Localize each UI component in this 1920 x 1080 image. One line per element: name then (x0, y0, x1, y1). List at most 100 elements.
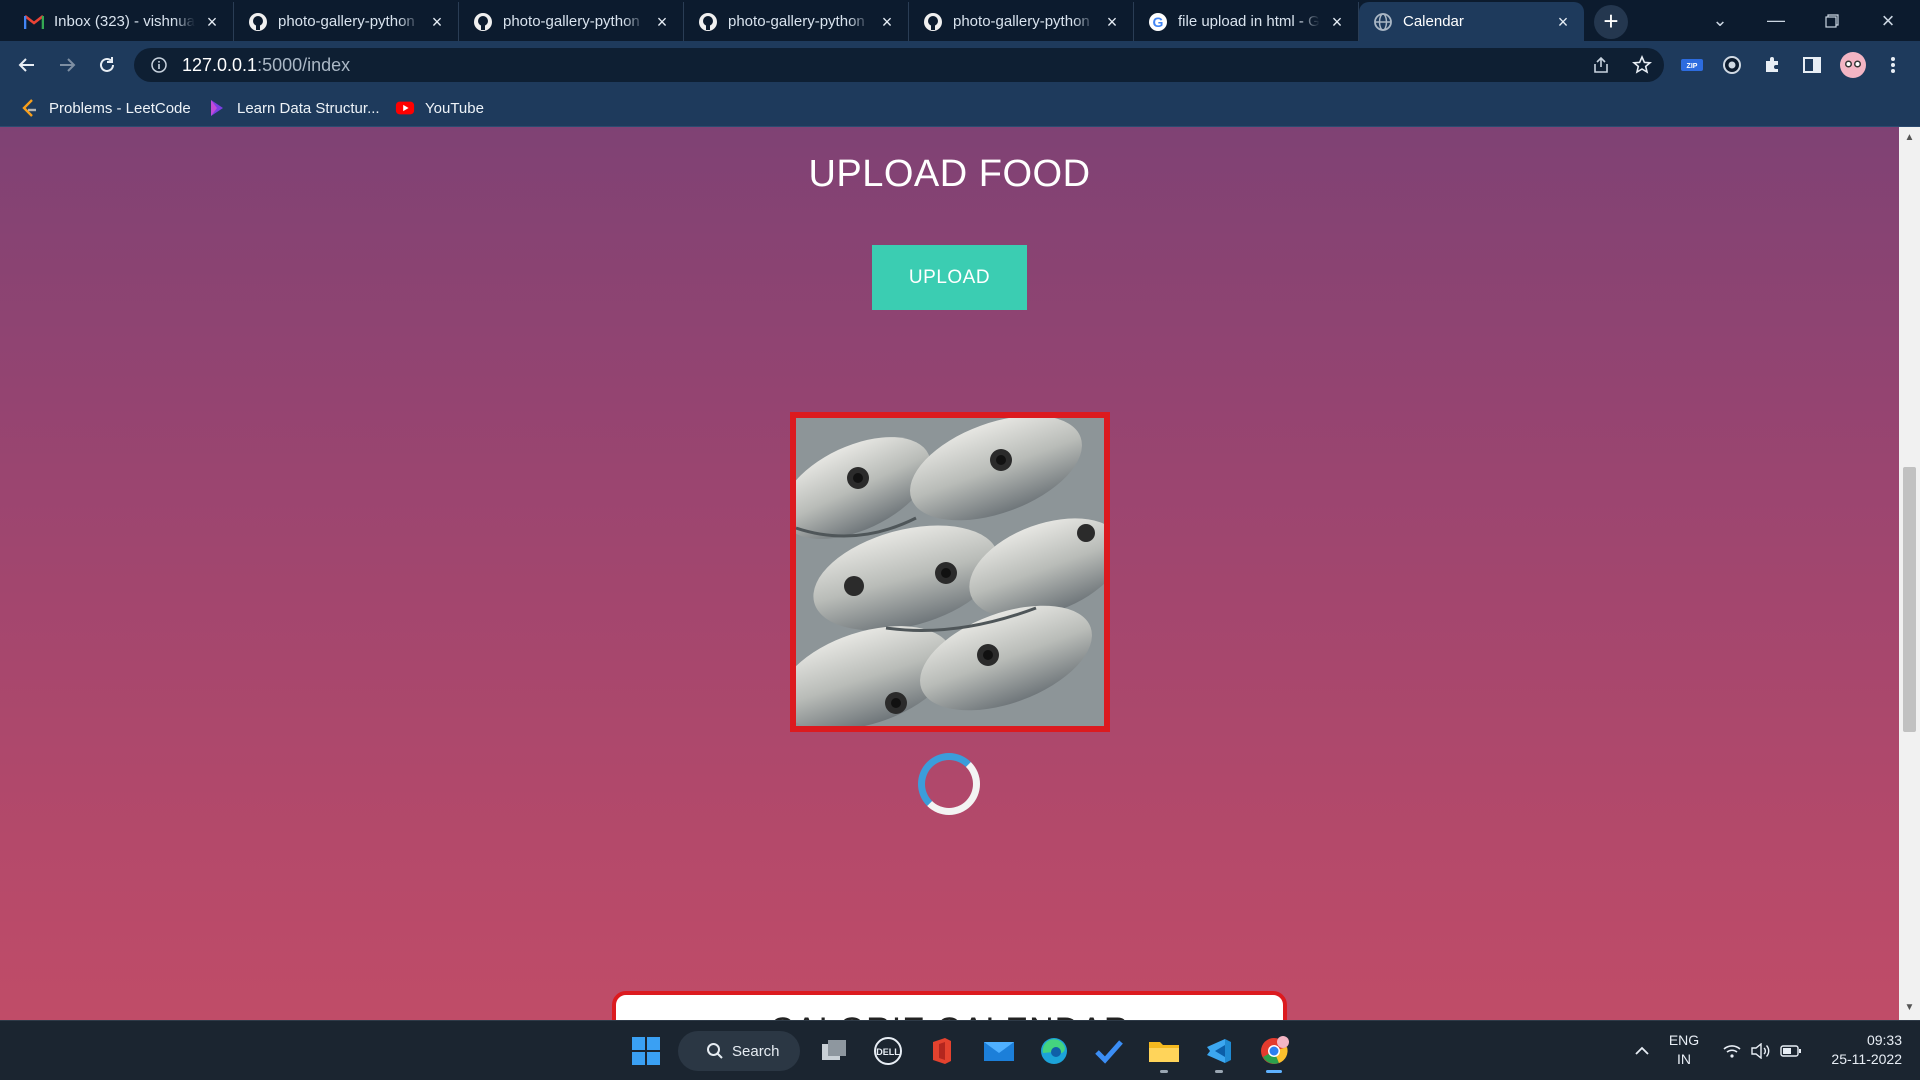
dell-icon[interactable]: DELL (868, 1031, 908, 1071)
site-info-icon[interactable] (150, 56, 168, 74)
scroll-up-icon[interactable]: ▲ (1903, 131, 1916, 144)
forward-arrow-icon[interactable] (52, 50, 82, 80)
tab-calendar[interactable]: Calendar × (1359, 2, 1584, 41)
tab-strip: Inbox (323) - vishnua × photo-gallery-py… (0, 0, 1920, 41)
url-host: 127.0.0.1 (182, 54, 258, 75)
scroll-thumb[interactable] (1903, 467, 1916, 732)
url-path: :5000/index (257, 54, 351, 75)
globe-icon (1373, 12, 1393, 32)
tab-title: photo-gallery-python (503, 13, 640, 30)
bookmark-youtube[interactable]: YouTube (395, 97, 484, 119)
profile-avatar-icon[interactable] (1838, 50, 1868, 80)
svg-text:DELL: DELL (876, 1047, 900, 1057)
tab-github-1[interactable]: photo-gallery-python × (234, 2, 459, 41)
minimize-icon[interactable]: — (1748, 0, 1804, 41)
address-bar[interactable]: 127.0.0.1:5000/index (134, 48, 1664, 82)
volume-icon[interactable] (1749, 1021, 1773, 1080)
calorie-calendar-title: CALORIE CALENDAR (616, 1011, 1283, 1020)
new-tab-button[interactable]: + (1594, 5, 1628, 39)
bookmark-learn-data-structures[interactable]: Learn Data Structur... (207, 97, 380, 119)
tab-search-chevron-icon[interactable]: ⌄ (1692, 0, 1748, 41)
close-icon[interactable]: × (878, 13, 896, 31)
youtube-icon (395, 98, 415, 118)
back-arrow-icon[interactable] (12, 50, 42, 80)
bookmark-label: YouTube (425, 99, 484, 117)
learn-icon (207, 98, 227, 118)
mail-icon[interactable] (979, 1031, 1019, 1071)
lang-region: IN (1677, 1051, 1691, 1067)
tab-title: photo-gallery-python (953, 13, 1090, 30)
clock-time: 09:33 (1866, 1032, 1902, 1048)
close-icon[interactable]: × (428, 13, 446, 31)
taskbar-search[interactable]: Search (678, 1031, 800, 1071)
google-icon: G (1148, 12, 1168, 32)
input-language[interactable]: ENG IN (1664, 1031, 1704, 1069)
tab-title: file upload in html - G (1178, 13, 1320, 30)
todo-icon[interactable] (1089, 1031, 1129, 1071)
windows-start-icon[interactable] (626, 1031, 666, 1071)
tab-github-3[interactable]: photo-gallery-python × (684, 2, 909, 41)
share-icon[interactable] (1586, 50, 1616, 80)
github-icon (923, 12, 943, 32)
clock-date: 25-11-2022 (1831, 1051, 1902, 1067)
browser-toolbar: 127.0.0.1:5000/index ZIP (0, 41, 1920, 89)
upload-button[interactable]: UPLOAD (872, 245, 1027, 310)
tab-github-2[interactable]: photo-gallery-python × (459, 2, 684, 41)
lang-code: ENG (1668, 1032, 1700, 1048)
extensions-puzzle-icon[interactable] (1757, 50, 1787, 80)
tab-title: Calendar (1403, 13, 1464, 30)
edge-icon[interactable] (1034, 1031, 1074, 1071)
gmail-icon (24, 12, 44, 32)
bookmark-label: Problems - LeetCode (49, 99, 191, 117)
scroll-down-icon[interactable]: ▼ (1903, 1001, 1916, 1014)
reload-icon[interactable] (92, 50, 122, 80)
windows-taskbar: Search DELL ENG IN 09:33 25-11-2022 (0, 1020, 1920, 1080)
tab-title: photo-gallery-python (728, 13, 865, 30)
github-icon (698, 12, 718, 32)
system-clock[interactable]: 09:33 25-11-2022 (1816, 1031, 1902, 1069)
calorie-calendar-card: CALORIE CALENDAR (612, 991, 1287, 1020)
close-window-icon[interactable]: × (1860, 0, 1916, 41)
tab-title: Inbox (323) - vishnua (54, 13, 195, 30)
bookmark-leetcode[interactable]: Problems - LeetCode (19, 97, 191, 119)
github-icon (473, 12, 493, 32)
loading-spinner (918, 753, 980, 815)
browser-menu-icon[interactable] (1878, 50, 1908, 80)
svg-text:G: G (1153, 14, 1164, 30)
chrome-icon[interactable] (1254, 1031, 1294, 1073)
running-indicator (1160, 1070, 1168, 1073)
github-icon (248, 12, 268, 32)
tab-google-search[interactable]: G file upload in html - G × (1134, 2, 1359, 41)
extension-circle-icon[interactable] (1717, 50, 1747, 80)
svg-text:ZIP: ZIP (1687, 63, 1698, 70)
file-explorer-icon[interactable] (1144, 1031, 1184, 1073)
running-indicator (1266, 1070, 1282, 1073)
leetcode-icon (19, 98, 39, 118)
tab-github-4[interactable]: photo-gallery-python × (909, 2, 1134, 41)
side-panel-icon[interactable] (1797, 50, 1827, 80)
bookmark-star-icon[interactable] (1627, 50, 1657, 80)
wifi-icon[interactable] (1720, 1021, 1744, 1080)
close-icon[interactable]: × (1328, 13, 1346, 31)
restore-icon[interactable] (1804, 0, 1860, 41)
vscode-icon[interactable] (1199, 1031, 1239, 1073)
search-icon (706, 1042, 724, 1060)
close-icon[interactable]: × (653, 13, 671, 31)
task-view-icon[interactable] (814, 1031, 854, 1071)
close-icon[interactable]: × (203, 13, 221, 31)
uploaded-food-image (790, 412, 1110, 732)
running-indicator (1215, 1070, 1223, 1073)
office-icon[interactable] (922, 1031, 962, 1071)
page-viewport: UPLOAD FOOD UPLOAD (0, 127, 1899, 1020)
show-hidden-icons-chevron-icon[interactable] (1628, 1021, 1656, 1080)
bookmarks-bar: Problems - LeetCode Learn Data Structur.… (0, 89, 1920, 127)
tab-title: photo-gallery-python (278, 13, 415, 30)
tab-gmail[interactable]: Inbox (323) - vishnua × (10, 2, 234, 41)
page-scrollbar[interactable]: ▲ ▼ (1899, 127, 1920, 1020)
page-title: UPLOAD FOOD (808, 153, 1091, 195)
battery-icon[interactable] (1778, 1021, 1804, 1080)
close-icon[interactable]: × (1554, 13, 1572, 31)
zip-extension-icon[interactable]: ZIP (1677, 50, 1707, 80)
close-icon[interactable]: × (1103, 13, 1121, 31)
search-label: Search (732, 1042, 780, 1060)
